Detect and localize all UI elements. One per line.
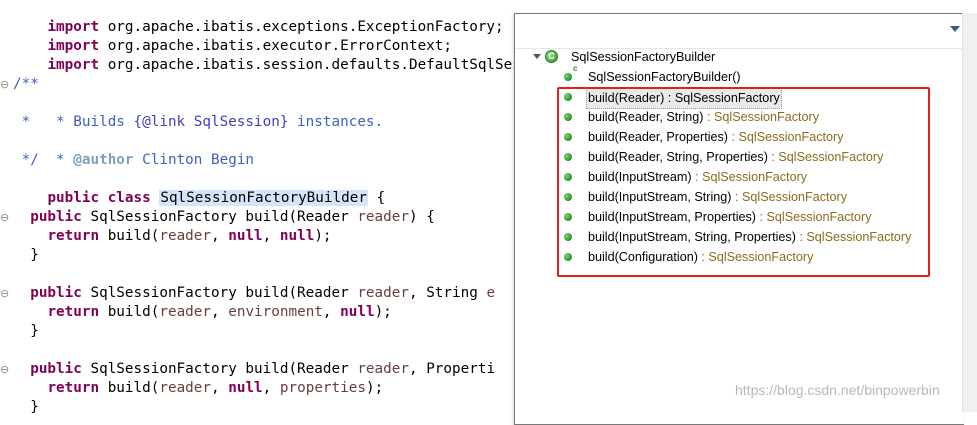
javadoc-text: instances. xyxy=(288,114,384,130)
code-line-import-3: import org.apache.ibatis.session.default… xyxy=(13,37,529,73)
expand-arrow-icon[interactable] xyxy=(533,54,541,59)
javadoc-text: * Builds xyxy=(47,114,134,130)
javadoc-author-name: Clinton Begin xyxy=(133,152,255,168)
method-3-body: return build(reader, null, properties); xyxy=(47,380,384,396)
watermark: https://blog.csdn.net/binpowerbin xyxy=(735,382,940,398)
method-1-body: return build(reader, null, null); xyxy=(47,228,332,244)
fold-toggle-icon[interactable]: ⊖ xyxy=(0,208,9,227)
method-3-signature: public SqlSessionFactory build(Reader re… xyxy=(30,361,496,377)
javadoc-link: {@link SqlSession} xyxy=(133,114,289,130)
method-2-signature: public SqlSessionFactory build(Reader re… xyxy=(30,285,496,301)
import-path: org.apache.ibatis.session.defaults.Defau… xyxy=(99,57,530,73)
javadoc-description: * Builds {@link SqlSession} instances. xyxy=(13,94,383,130)
fold-toggle-icon[interactable]: ⊖ xyxy=(0,284,9,303)
javadoc-author: * @author Clinton Begin xyxy=(13,132,254,168)
keyword: import xyxy=(47,57,100,73)
method-2-close: } xyxy=(13,323,39,339)
fold-toggle-icon[interactable]: ⊖ xyxy=(0,75,9,94)
keyword: public class xyxy=(47,190,160,206)
code-line-import-1: import org.apache.ibatis.exceptions.Exce… xyxy=(13,0,503,35)
class-declaration: public class SqlSessionFactoryBuilder { xyxy=(13,170,385,206)
class-icon: C xyxy=(545,50,558,63)
fold-toggle-icon[interactable]: ⊖ xyxy=(0,360,9,379)
javadoc-blank: * xyxy=(13,114,31,130)
outline-scrollbar[interactable] xyxy=(962,13,977,412)
public-constructor-icon xyxy=(564,73,572,81)
outline-header xyxy=(515,14,963,49)
method-1-close: } xyxy=(13,247,39,263)
javadoc-text: * xyxy=(47,152,74,168)
javadoc-author-tag: @author xyxy=(73,152,134,168)
outline-constructor-label: SqlSessionFactoryBuilder() xyxy=(588,70,741,84)
code-line-import-2: import org.apache.ibatis.executor.ErrorC… xyxy=(13,18,452,54)
constructor-badge-icon: c xyxy=(573,64,578,73)
javadoc-open: /** xyxy=(13,76,39,92)
view-menu-chevron-down-icon[interactable] xyxy=(950,26,960,32)
method-1-signature: public SqlSessionFactory build(Reader re… xyxy=(30,209,435,225)
brace: { xyxy=(367,190,386,206)
method-3-close: } xyxy=(13,399,39,415)
method-2-body: return build(reader, environment, null); xyxy=(47,304,392,320)
selected-class-name[interactable]: SqlSessionFactoryBuilder xyxy=(159,190,368,206)
annotation-highlight-box xyxy=(557,87,930,277)
outline-class-label: SqlSessionFactoryBuilder xyxy=(571,50,716,64)
javadoc-close: */ xyxy=(13,152,39,168)
